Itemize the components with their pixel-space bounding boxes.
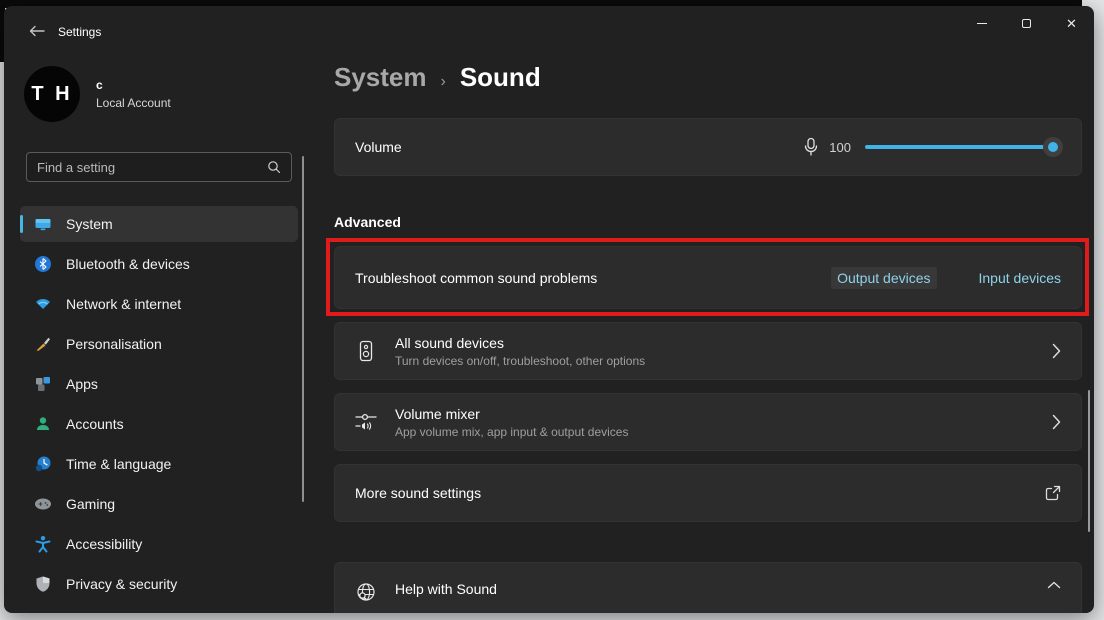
accessibility-icon [34, 535, 52, 553]
external-link-icon [1045, 485, 1061, 501]
wifi-icon [34, 295, 52, 313]
row-text: All sound devices Turn devices on/off, t… [395, 335, 645, 368]
avatar: T H [24, 66, 80, 122]
globe-search-icon [355, 581, 377, 603]
breadcrumb-system[interactable]: System [334, 62, 427, 93]
back-arrow-icon [29, 25, 45, 37]
sidebar-item-label: Personalisation [66, 336, 162, 352]
mixer-icon [355, 411, 377, 433]
sidebar-item-accounts[interactable]: Accounts [20, 406, 298, 442]
sidebar-item-label: Time & language [66, 456, 171, 472]
more-sound-settings-row[interactable]: More sound settings [334, 464, 1082, 522]
search-box[interactable] [26, 152, 292, 182]
volume-value: 100 [829, 140, 851, 155]
row-subtitle: App volume mix, app input & output devic… [395, 425, 628, 439]
sidebar-item-label: Network & internet [66, 296, 181, 312]
page-title: Sound [460, 62, 541, 93]
sidebar-item-bluetooth[interactable]: Bluetooth & devices [20, 246, 298, 282]
breadcrumb: System › Sound [334, 62, 541, 93]
settings-window: Settings ✕ T H c Local Account [4, 6, 1094, 613]
account-header[interactable]: T H c Local Account [24, 66, 171, 122]
selected-accent-pill [20, 215, 23, 233]
account-meta: c Local Account [96, 78, 171, 110]
sidebar-item-accessibility[interactable]: Accessibility [20, 526, 298, 562]
volume-slider-track[interactable] [865, 145, 1061, 149]
volume-mixer-row[interactable]: Volume mixer App volume mix, app input &… [334, 393, 1082, 451]
chevron-right-icon [1052, 343, 1061, 359]
account-name: c [96, 78, 171, 92]
clock-icon [34, 455, 52, 473]
row-subtitle: Turn devices on/off, troubleshoot, other… [395, 354, 645, 368]
troubleshoot-links: Output devices Input devices [831, 267, 1061, 289]
bluetooth-icon [34, 255, 52, 273]
sidebar-item-personalisation[interactable]: Personalisation [20, 326, 298, 362]
sidebar-item-label: Accessibility [66, 536, 142, 552]
row-title: More sound settings [355, 485, 481, 501]
troubleshoot-title: Troubleshoot common sound problems [355, 270, 597, 286]
brush-icon [34, 335, 52, 353]
sidebar-item-gaming[interactable]: Gaming [20, 486, 298, 522]
back-button[interactable] [20, 18, 54, 44]
output-devices-link[interactable]: Output devices [831, 267, 936, 289]
sidebar-item-time-language[interactable]: Time & language [20, 446, 298, 482]
volume-slider-thumb[interactable] [1043, 137, 1063, 157]
gamepad-icon [34, 495, 52, 513]
sidebar-item-network[interactable]: Network & internet [20, 286, 298, 322]
sidebar-scrollbar[interactable] [302, 156, 304, 502]
all-sound-devices-row[interactable]: All sound devices Turn devices on/off, t… [334, 322, 1082, 380]
breadcrumb-separator-icon: › [441, 73, 446, 91]
section-header-advanced: Advanced [334, 214, 401, 230]
person-icon [34, 415, 52, 433]
content-scrollbar[interactable] [1088, 390, 1090, 532]
chevron-up-icon [1047, 581, 1061, 589]
microphone-icon [803, 137, 819, 157]
sidebar-item-label: Privacy & security [66, 576, 177, 592]
input-devices-link[interactable]: Input devices [979, 270, 1062, 286]
row-title: All sound devices [395, 335, 645, 351]
apps-icon [34, 375, 52, 393]
row-title: Volume mixer [395, 406, 628, 422]
sidebar-item-label: Apps [66, 376, 98, 392]
window-title: Settings [58, 25, 101, 39]
main-content: System › Sound Volume 100 Advanced Tr [332, 6, 1084, 613]
sidebar-item-label: System [66, 216, 113, 232]
row-text: Volume mixer App volume mix, app input &… [395, 406, 628, 439]
volume-label: Volume [355, 139, 402, 155]
chevron-right-icon [1052, 414, 1061, 430]
account-type: Local Account [96, 96, 171, 110]
help-with-sound-row[interactable]: Help with Sound [334, 562, 1082, 613]
row-title: Help with Sound [395, 581, 497, 597]
sidebar-item-system[interactable]: System [20, 206, 298, 242]
volume-slider[interactable] [865, 137, 1061, 157]
sidebar-item-apps[interactable]: Apps [20, 366, 298, 402]
speaker-device-icon [355, 340, 377, 362]
display-icon [34, 215, 52, 233]
nav-list: System Bluetooth & devices Network & int… [20, 206, 298, 606]
volume-controls: 100 [803, 137, 1061, 157]
sidebar-item-label: Gaming [66, 496, 115, 512]
sidebar-item-label: Accounts [66, 416, 124, 432]
search-icon [267, 160, 281, 174]
volume-card: Volume 100 [334, 118, 1082, 176]
sidebar-item-label: Bluetooth & devices [66, 256, 190, 272]
sidebar-item-privacy[interactable]: Privacy & security [20, 566, 298, 602]
search-input[interactable] [37, 160, 267, 175]
troubleshoot-card: Troubleshoot common sound problems Outpu… [334, 246, 1082, 309]
shield-icon [34, 575, 52, 593]
